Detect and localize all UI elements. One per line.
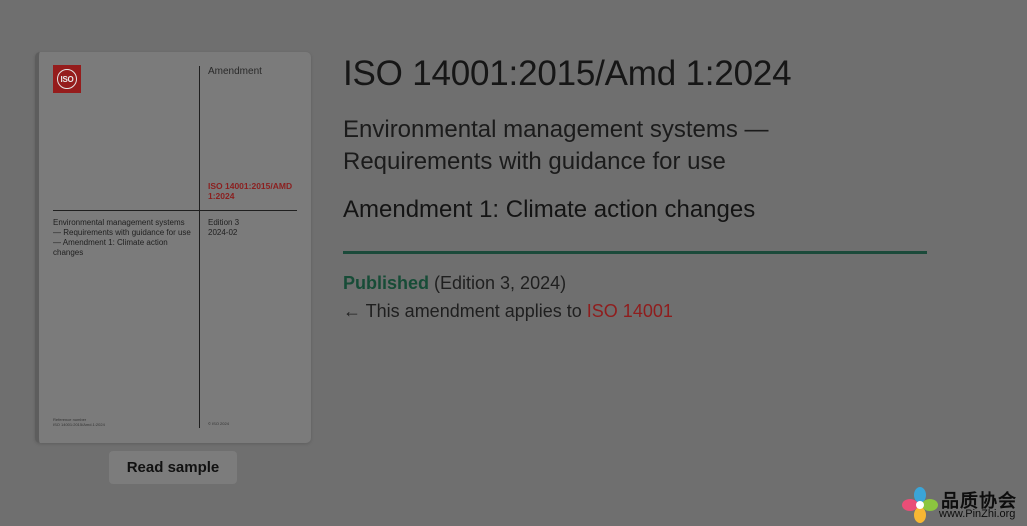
standard-title: Environmental management systems — Requi… [343, 116, 769, 175]
section-divider [343, 251, 927, 254]
applies-prefix: ← This amendment applies to [343, 301, 587, 321]
cover-horizontal-rule [53, 210, 297, 211]
cover-thumbnail[interactable]: ISO Amendment ISO 14001:2015/AMD 1:2024 … [35, 52, 311, 443]
watermark: 品质协会 www.PinZhi.org [901, 486, 1027, 524]
page: ISO Amendment ISO 14001:2015/AMD 1:2024 … [0, 0, 1027, 526]
status-line: Published (Edition 3, 2024) [343, 273, 566, 294]
cover-edition-date: 2024-02 [208, 228, 238, 237]
flower-logo-icon [902, 487, 938, 523]
applies-to-link[interactable]: ISO 14001 [587, 301, 673, 321]
status-published: Published [343, 273, 430, 293]
cover-doc-type: Amendment [208, 66, 262, 77]
cover-vertical-rule [199, 66, 200, 428]
iso-logo-icon: ISO [53, 65, 81, 93]
cover-refnum-value: ISO 14001:2015/Amd.1:2024 [53, 422, 105, 427]
cover-reference-number: Reference number ISO 14001:2015/Amd.1:20… [53, 417, 105, 427]
cover-reference: ISO 14001:2015/AMD 1:2024 [208, 181, 293, 201]
iso-logo-text: ISO [57, 69, 77, 89]
cover-copyright: © ISO 2024 [208, 421, 229, 426]
read-sample-button[interactable]: Read sample [109, 451, 237, 484]
standard-id: ISO 14001:2015/Amd 1:2024 [343, 54, 792, 93]
status-detail: (Edition 3, 2024) [429, 273, 567, 293]
cover-edition-number: Edition 3 [208, 218, 240, 227]
applies-line: ← This amendment applies to ISO 14001 [343, 301, 673, 322]
cover-title: Environmental management systems — Requi… [53, 218, 191, 257]
cover-edition: Edition 3 2024-02 [208, 218, 239, 238]
standard-subtitle: Amendment 1: Climate action changes [343, 196, 756, 223]
watermark-url: www.PinZhi.org [939, 508, 1016, 520]
